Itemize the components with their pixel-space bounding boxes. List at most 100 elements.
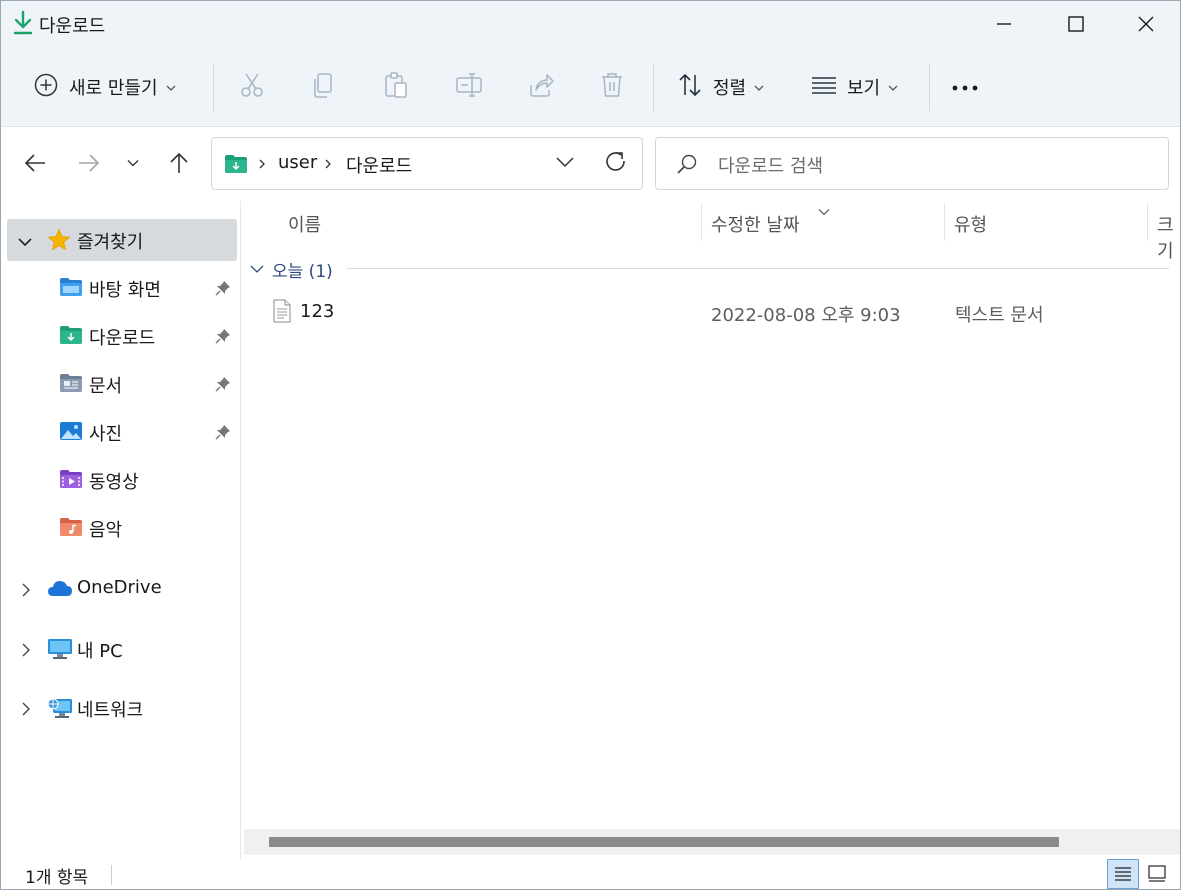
command-bar: 새로 만들기 정렬 보기 <box>1 47 1180 127</box>
pin-icon[interactable] <box>215 280 231 301</box>
column-header-size[interactable]: 크기 <box>1157 201 1180 262</box>
address-history-chevron-icon[interactable] <box>555 152 575 177</box>
column-header-type[interactable]: 유형 <box>954 201 987 243</box>
chevron-down-icon <box>250 264 264 274</box>
sidebar-item-onedrive[interactable]: OneDrive <box>7 568 237 610</box>
address-bar[interactable]: user 다운로드 <box>211 137 643 190</box>
sidebar-item-desktop[interactable]: 바탕 화면 <box>7 267 237 309</box>
downloads-folder-icon <box>59 325 83 350</box>
group-label: 오늘 (1) <box>272 261 333 282</box>
pin-icon[interactable] <box>215 424 231 445</box>
chevron-down-icon <box>888 77 898 97</box>
column-divider[interactable] <box>1147 203 1148 241</box>
refresh-icon[interactable] <box>603 149 629 180</box>
divider <box>213 63 214 111</box>
chevron-right-icon[interactable] <box>21 701 31 721</box>
details-view-icon <box>1115 867 1131 881</box>
sort-button[interactable]: 정렬 <box>677 61 764 113</box>
group-header-today[interactable]: 오늘 (1) <box>250 257 333 282</box>
text-file-icon <box>273 299 291 328</box>
file-list-pane: 이름 수정한 날짜 유형 크기 오늘 (1) 123 2022-08-08 오후… <box>242 201 1180 859</box>
breadcrumb-user[interactable]: user <box>278 152 317 173</box>
downloads-folder-icon <box>224 154 248 179</box>
file-explorer-window: 다운로드 새로 만들기 정렬 보기 user 다운로드 다운로드 검색 즐겨찾기… <box>0 0 1181 890</box>
trash-icon <box>599 71 625 104</box>
column-divider[interactable] <box>701 203 702 241</box>
divider <box>111 865 112 885</box>
rename-button[interactable] <box>455 61 483 113</box>
sidebar-item-this-pc[interactable]: 내 PC <box>7 628 237 670</box>
copy-button[interactable] <box>311 61 337 113</box>
chevron-down-icon[interactable] <box>17 233 33 253</box>
this-pc-icon <box>47 638 73 665</box>
close-icon <box>1138 16 1154 32</box>
navigation-row: user 다운로드 다운로드 검색 <box>1 127 1180 201</box>
chevron-down-icon <box>127 160 139 167</box>
minimize-icon <box>997 23 1011 25</box>
sidebar-item-downloads[interactable]: 다운로드 <box>7 315 237 357</box>
chevron-right-icon[interactable] <box>21 642 31 662</box>
sidebar-item-label: 다운로드 <box>89 328 156 349</box>
table-row[interactable]: 123 2022-08-08 오후 9:03 텍스트 문서 <box>242 293 1180 331</box>
plus-circle-icon <box>33 72 59 103</box>
view-button[interactable]: 보기 <box>811 61 898 113</box>
forward-arrow-icon <box>79 154 100 172</box>
chevron-down-icon <box>166 77 176 97</box>
sidebar-item-label: 사진 <box>89 424 123 445</box>
back-button[interactable] <box>17 145 53 181</box>
view-button-label: 보기 <box>847 78 881 99</box>
more-options-button[interactable] <box>951 61 979 113</box>
sort-arrows-icon <box>677 72 703 103</box>
share-button[interactable] <box>527 61 555 113</box>
search-input[interactable]: 다운로드 검색 <box>655 137 1169 190</box>
ellipsis-icon <box>951 77 979 97</box>
new-button-label: 새로 만들기 <box>69 78 158 99</box>
paste-button[interactable] <box>383 61 409 113</box>
recent-locations-button[interactable] <box>115 145 151 181</box>
clipboard-icon <box>383 71 409 104</box>
sidebar-item-music[interactable]: 음악 <box>7 507 237 549</box>
chevron-right-icon <box>258 154 266 179</box>
sidebar-item-videos[interactable]: 동영상 <box>7 459 237 501</box>
desktop-folder-icon <box>59 277 83 302</box>
chevron-right-icon[interactable] <box>21 582 31 602</box>
horizontal-scrollbar[interactable] <box>244 829 1180 855</box>
sidebar-item-network[interactable]: 네트워크 <box>7 687 237 729</box>
new-button[interactable]: 새로 만들기 <box>33 61 176 113</box>
divider <box>653 63 654 111</box>
up-button[interactable] <box>161 145 197 181</box>
column-header-name[interactable]: 이름 <box>288 201 321 243</box>
column-header-modified[interactable]: 수정한 날짜 <box>711 201 800 243</box>
column-divider[interactable] <box>944 203 945 241</box>
search-icon <box>676 153 698 180</box>
pin-icon[interactable] <box>215 328 231 349</box>
share-icon <box>527 71 555 104</box>
breadcrumb-downloads[interactable]: 다운로드 <box>346 152 412 178</box>
scrollbar-thumb[interactable] <box>269 837 1059 847</box>
chevron-down-icon <box>754 77 764 97</box>
sidebar-item-label: 네트워크 <box>77 700 144 721</box>
forward-button[interactable] <box>71 145 107 181</box>
videos-folder-icon <box>59 469 83 494</box>
file-name: 123 <box>300 301 335 322</box>
sidebar-item-quick-access[interactable]: 즐겨찾기 <box>7 219 237 261</box>
title-bar[interactable]: 다운로드 <box>1 1 1180 47</box>
sort-chevron-icon <box>818 201 830 221</box>
item-count: 1개 항목 <box>25 868 89 888</box>
large-icons-view-icon <box>1148 865 1166 882</box>
sidebar-item-label: 문서 <box>89 376 123 397</box>
close-button[interactable] <box>1111 1 1180 47</box>
minimize-button[interactable] <box>969 1 1039 47</box>
window-title: 다운로드 <box>39 16 106 37</box>
maximize-button[interactable] <box>1041 1 1111 47</box>
delete-button[interactable] <box>599 61 625 113</box>
tiles-view-button[interactable] <box>1141 859 1173 889</box>
file-type: 텍스트 문서 <box>955 305 1044 326</box>
sidebar-item-pictures[interactable]: 사진 <box>7 411 237 453</box>
cut-button[interactable] <box>239 61 265 113</box>
pin-icon[interactable] <box>215 376 231 397</box>
network-icon <box>47 696 73 725</box>
sidebar-item-documents[interactable]: 문서 <box>7 363 237 405</box>
details-view-button[interactable] <box>1107 859 1139 889</box>
sidebar-item-label: 바탕 화면 <box>89 280 161 301</box>
